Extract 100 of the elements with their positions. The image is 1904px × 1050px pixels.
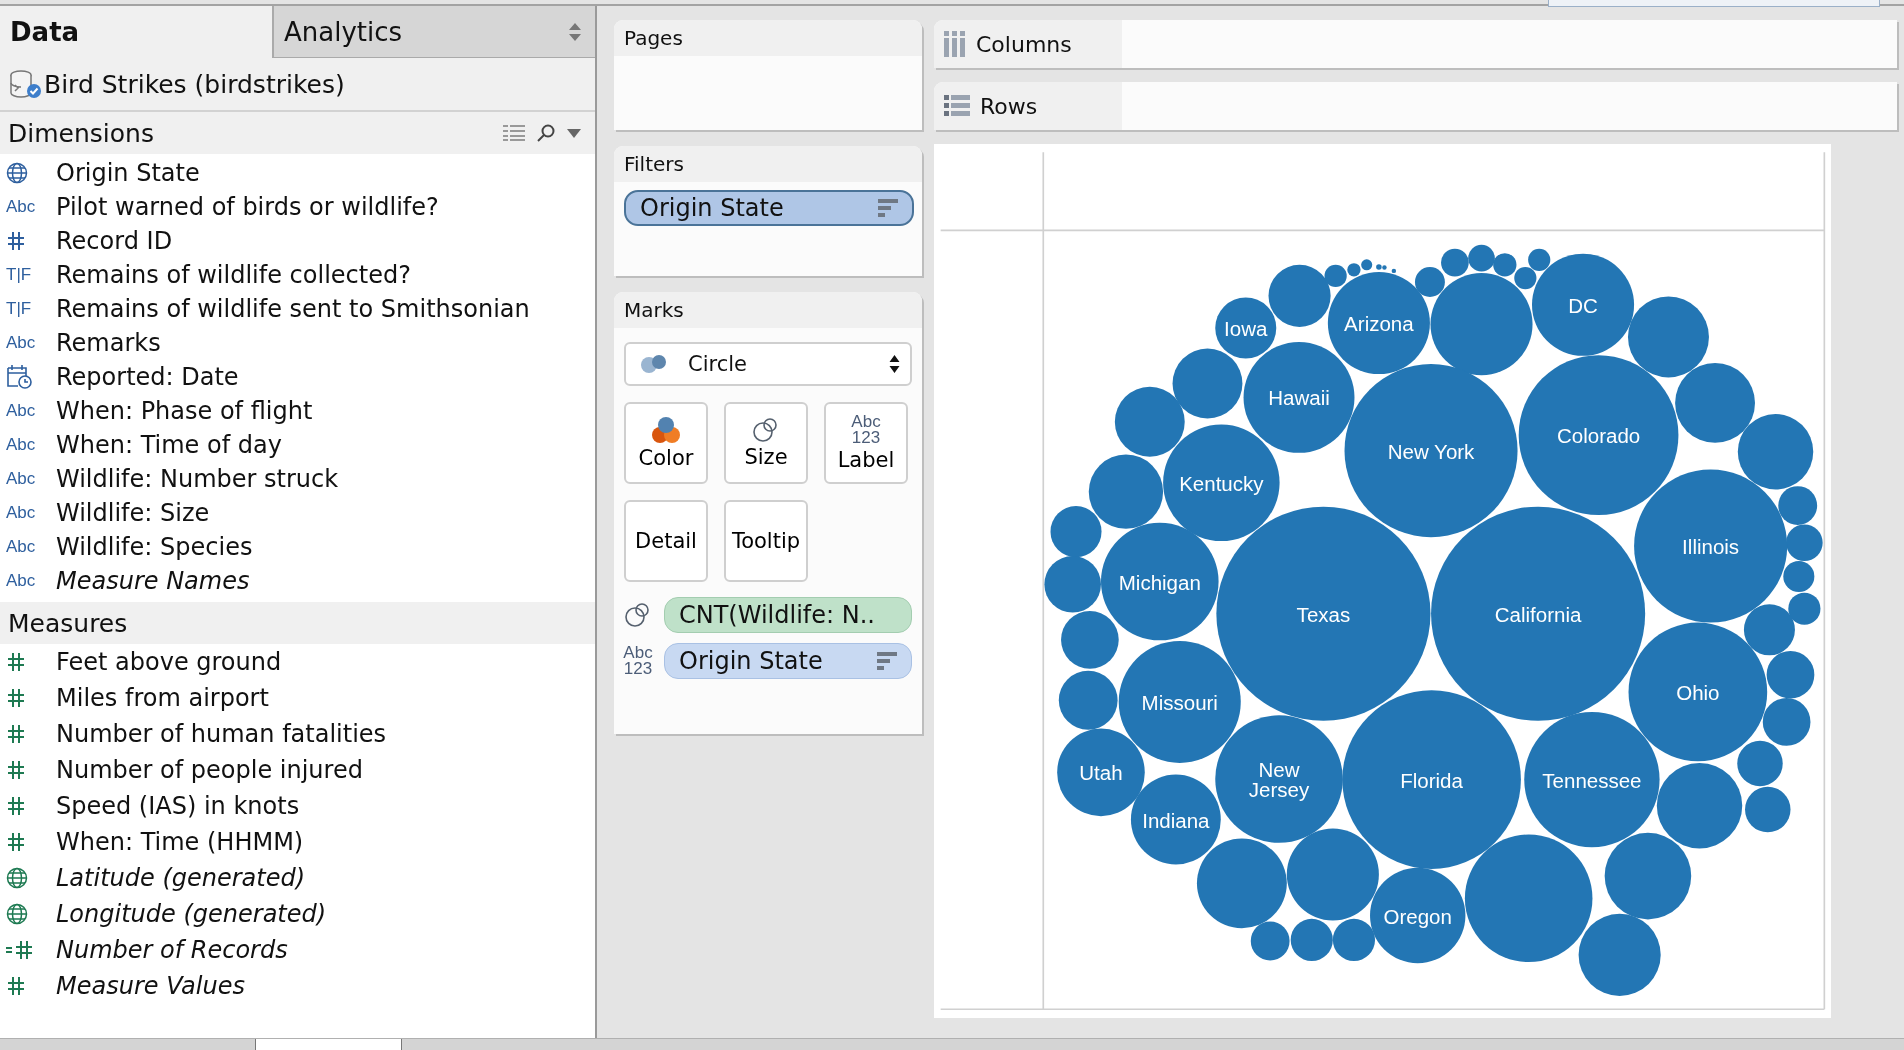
marks-card-button[interactable]: Color xyxy=(624,402,708,484)
bubble[interactable] xyxy=(1468,244,1495,272)
field-name[interactable]: Pilot warned of birds or wildlife? xyxy=(56,193,439,221)
bubble[interactable] xyxy=(1783,561,1815,593)
bubble[interactable] xyxy=(1088,454,1164,529)
field-name[interactable]: Number of human fatalities xyxy=(56,720,387,748)
bubble[interactable] xyxy=(1675,363,1755,443)
state-bubble[interactable]: Texas xyxy=(1216,506,1431,721)
bubble[interactable] xyxy=(1196,838,1287,929)
bubble[interactable] xyxy=(1361,259,1373,271)
hash-icon xyxy=(6,687,26,709)
state-bubble[interactable]: Hawaii xyxy=(1243,341,1355,453)
field-name[interactable]: Miles from airport xyxy=(56,684,269,712)
bubble[interactable] xyxy=(1627,296,1709,378)
field-name[interactable]: Speed (IAS) in knots xyxy=(56,792,300,820)
bubble[interactable] xyxy=(1745,786,1791,833)
field-name[interactable]: Wildlife: Species xyxy=(56,533,253,561)
field-name[interactable]: Number of people injured xyxy=(56,756,363,784)
marks-card-button[interactable]: Size xyxy=(724,402,808,484)
state-bubble[interactable]: Illinois xyxy=(1634,469,1788,623)
bubble[interactable] xyxy=(1050,506,1102,558)
list-view-icon[interactable] xyxy=(503,125,525,141)
field-name[interactable]: When: Time (HHMM) xyxy=(56,828,304,856)
bubble[interactable] xyxy=(1268,264,1331,327)
bubble[interactable] xyxy=(1286,828,1379,921)
bubble[interactable] xyxy=(1324,264,1347,287)
sort-icon xyxy=(877,652,897,670)
marks-card-button[interactable]: Detail xyxy=(624,500,708,582)
field-name[interactable]: Reported: Date xyxy=(56,363,239,391)
field-name[interactable]: Measure Values xyxy=(56,972,245,1000)
state-bubble[interactable]: Oregon xyxy=(1370,867,1466,964)
search-icon[interactable] xyxy=(537,124,555,142)
state-bubble[interactable]: Utah xyxy=(1057,728,1145,817)
state-bubble[interactable]: Arizona xyxy=(1327,272,1430,375)
field-name[interactable]: Longitude (generated) xyxy=(56,900,327,928)
bubble[interactable] xyxy=(1737,414,1814,490)
state-bubble[interactable]: Missouri xyxy=(1118,640,1241,763)
bubble[interactable] xyxy=(1737,740,1783,787)
bubble[interactable] xyxy=(1332,918,1375,961)
bubble[interactable] xyxy=(1786,524,1823,562)
mark-type-dropdown[interactable]: Circle xyxy=(624,342,912,386)
bubble[interactable] xyxy=(1778,486,1818,525)
bubble[interactable] xyxy=(1493,253,1517,277)
field-pill[interactable]: Origin State xyxy=(664,643,912,679)
bubble[interactable] xyxy=(1464,834,1593,963)
marks-card-button[interactable]: Tooltip xyxy=(724,500,808,582)
bubble[interactable] xyxy=(1172,348,1243,419)
pane-tab[interactable]: Data xyxy=(0,6,272,58)
bubble[interactable] xyxy=(1061,610,1119,669)
bubble[interactable] xyxy=(1578,913,1661,996)
bubble[interactable] xyxy=(1528,248,1551,271)
bubble[interactable] xyxy=(1604,832,1692,920)
field-name[interactable]: Remains of wildlife collected? xyxy=(56,261,411,289)
field-name[interactable]: Latitude (generated) xyxy=(56,864,306,892)
field-pill[interactable]: Origin State xyxy=(624,190,914,226)
state-bubble[interactable]: Tennessee xyxy=(1524,711,1660,848)
caret-down-icon[interactable] xyxy=(567,128,581,138)
up-down-arrows-icon[interactable] xyxy=(569,22,581,41)
field-name[interactable]: Number of Records xyxy=(56,936,288,964)
state-bubble[interactable]: Florida xyxy=(1342,690,1521,869)
state-bubble[interactable]: Ohio xyxy=(1628,622,1768,762)
field-name[interactable]: Record ID xyxy=(56,227,173,255)
state-bubble[interactable]: New York xyxy=(1344,364,1518,538)
bubble[interactable] xyxy=(1762,698,1811,746)
state-bubble[interactable]: Colorado xyxy=(1518,355,1679,515)
marks-card-button[interactable]: Abc 123 Label xyxy=(824,402,908,484)
field-name[interactable]: Wildlife: Size xyxy=(56,499,210,527)
bubble[interactable] xyxy=(1347,263,1361,277)
state-bubble[interactable]: California xyxy=(1431,506,1646,721)
bubble[interactable] xyxy=(1250,921,1290,961)
field-name[interactable]: Wildlife: Number struck xyxy=(56,465,339,493)
bubble[interactable] xyxy=(1430,273,1533,376)
field-name[interactable]: Feet above ground xyxy=(56,648,282,676)
field-name[interactable]: When: Phase of flight xyxy=(56,397,313,425)
bubble[interactable] xyxy=(1514,267,1537,290)
rows-shelf[interactable]: Rows xyxy=(934,82,1897,130)
state-bubble[interactable]: Michigan xyxy=(1100,522,1219,641)
bubble[interactable] xyxy=(1441,248,1469,277)
bubble[interactable] xyxy=(1414,267,1445,297)
state-bubble[interactable]: Kentucky xyxy=(1163,424,1280,542)
field-name[interactable]: When: Time of day xyxy=(56,431,282,459)
bubble[interactable] xyxy=(1743,604,1795,656)
field-pill[interactable]: CNT(Wildlife: N.. xyxy=(664,597,912,633)
field-name[interactable]: Remarks xyxy=(56,329,161,357)
state-bubble[interactable]: Iowa xyxy=(1215,297,1277,359)
bubble[interactable] xyxy=(1656,762,1743,849)
state-bubble[interactable]: DC xyxy=(1532,253,1635,356)
bubble[interactable] xyxy=(1044,556,1101,613)
bubble[interactable] xyxy=(1058,670,1118,730)
field-name[interactable]: Origin State xyxy=(56,159,200,187)
bubble[interactable] xyxy=(1766,650,1815,699)
field-name[interactable]: Measure Names xyxy=(56,567,250,595)
columns-shelf[interactable]: Columns xyxy=(934,20,1897,68)
bubble[interactable] xyxy=(1290,918,1333,961)
state-bubble[interactable]: New Jersey xyxy=(1215,715,1343,843)
state-bubble[interactable]: Indiana xyxy=(1130,774,1221,865)
field-name[interactable]: Remains of wildlife sent to Smithsonian xyxy=(56,295,530,323)
pane-tab[interactable]: Analytics xyxy=(272,6,595,58)
bubble[interactable] xyxy=(1788,592,1821,625)
bubble[interactable] xyxy=(1114,386,1185,457)
